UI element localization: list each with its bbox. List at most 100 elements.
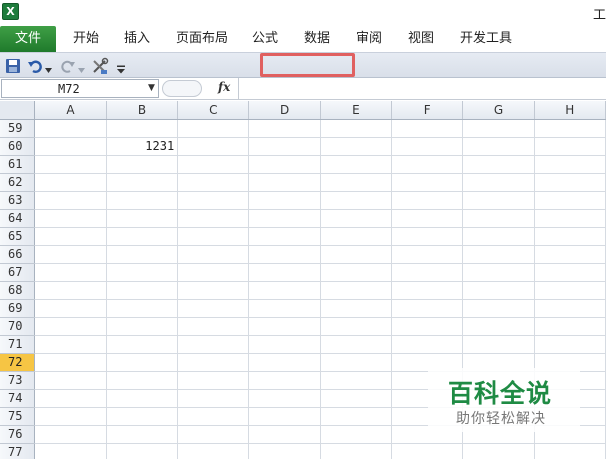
tab-view[interactable]: 视图 xyxy=(408,26,434,52)
cell-b63[interactable] xyxy=(106,191,179,210)
cell-f64[interactable] xyxy=(391,209,464,228)
cell-b64[interactable] xyxy=(106,209,179,228)
cell-c66[interactable] xyxy=(177,245,250,264)
cell-a61[interactable] xyxy=(34,155,107,174)
cell-f60[interactable] xyxy=(391,137,464,156)
name-box[interactable]: M72 ▼ xyxy=(1,79,159,98)
cell-g62[interactable] xyxy=(462,173,535,192)
cell-h64[interactable] xyxy=(534,209,606,228)
cell-a75[interactable] xyxy=(34,407,107,426)
row-header-77[interactable]: 77 xyxy=(0,443,36,459)
cell-c61[interactable] xyxy=(177,155,250,174)
cell-e74[interactable] xyxy=(320,389,393,408)
cell-a71[interactable] xyxy=(34,335,107,354)
cell-c60[interactable] xyxy=(177,137,250,156)
tab-data[interactable]: 数据 xyxy=(304,26,330,52)
tab-review[interactable]: 审阅 xyxy=(356,26,382,52)
cell-b75[interactable] xyxy=(106,407,179,426)
cell-d68[interactable] xyxy=(248,281,321,300)
cell-a62[interactable] xyxy=(34,173,107,192)
cell-f70[interactable] xyxy=(391,317,464,336)
row-header-76[interactable]: 76 xyxy=(0,425,36,444)
cell-d67[interactable] xyxy=(248,263,321,282)
cell-g69[interactable] xyxy=(462,299,535,318)
cell-c72[interactable] xyxy=(177,353,250,372)
cell-h65[interactable] xyxy=(534,227,606,246)
row-header-68[interactable]: 68 xyxy=(0,281,36,300)
cell-b61[interactable] xyxy=(106,155,179,174)
cell-d64[interactable] xyxy=(248,209,321,228)
cell-f66[interactable] xyxy=(391,245,464,264)
cell-h67[interactable] xyxy=(534,263,606,282)
cell-d77[interactable] xyxy=(248,443,321,459)
cell-f68[interactable] xyxy=(391,281,464,300)
cell-b77[interactable] xyxy=(106,443,179,459)
cell-d71[interactable] xyxy=(248,335,321,354)
cell-f77[interactable] xyxy=(391,443,464,459)
cell-f63[interactable] xyxy=(391,191,464,210)
row-header-75[interactable]: 75 xyxy=(0,407,36,426)
cell-b68[interactable] xyxy=(106,281,179,300)
column-header-c[interactable]: C xyxy=(177,101,250,120)
cell-e65[interactable] xyxy=(320,227,393,246)
row-header-65[interactable]: 65 xyxy=(0,227,36,246)
cell-g59[interactable] xyxy=(462,119,535,138)
cell-e77[interactable] xyxy=(320,443,393,459)
customize-dropdown-icon[interactable] xyxy=(117,61,125,79)
cell-a64[interactable] xyxy=(34,209,107,228)
chevron-down-icon[interactable]: ▼ xyxy=(148,83,155,93)
row-header-74[interactable]: 74 xyxy=(0,389,36,408)
cell-a60[interactable] xyxy=(34,137,107,156)
cell-a63[interactable] xyxy=(34,191,107,210)
cell-b62[interactable] xyxy=(106,173,179,192)
row-header-73[interactable]: 73 xyxy=(0,371,36,390)
cell-c59[interactable] xyxy=(177,119,250,138)
row-header-71[interactable]: 71 xyxy=(0,335,36,354)
cell-g66[interactable] xyxy=(462,245,535,264)
save-icon[interactable] xyxy=(5,57,21,75)
cell-a76[interactable] xyxy=(34,425,107,444)
cell-c71[interactable] xyxy=(177,335,250,354)
cell-e68[interactable] xyxy=(320,281,393,300)
cell-h66[interactable] xyxy=(534,245,606,264)
cell-a59[interactable] xyxy=(34,119,107,138)
row-header-60[interactable]: 60 xyxy=(0,137,36,156)
tools-icon[interactable] xyxy=(91,57,109,75)
cell-g65[interactable] xyxy=(462,227,535,246)
cell-d73[interactable] xyxy=(248,371,321,390)
insert-function-icon[interactable]: fx xyxy=(218,80,230,94)
cell-f62[interactable] xyxy=(391,173,464,192)
tab-formulas[interactable]: 公式 xyxy=(252,26,278,52)
cell-e64[interactable] xyxy=(320,209,393,228)
cell-c63[interactable] xyxy=(177,191,250,210)
cell-d74[interactable] xyxy=(248,389,321,408)
cell-g60[interactable] xyxy=(462,137,535,156)
cell-e71[interactable] xyxy=(320,335,393,354)
row-header-64[interactable]: 64 xyxy=(0,209,36,228)
cell-c65[interactable] xyxy=(177,227,250,246)
cell-f59[interactable] xyxy=(391,119,464,138)
column-header-f[interactable]: F xyxy=(391,101,464,120)
cell-c64[interactable] xyxy=(177,209,250,228)
row-header-62[interactable]: 62 xyxy=(0,173,36,192)
excel-app-icon[interactable]: X xyxy=(2,3,19,20)
cell-b66[interactable] xyxy=(106,245,179,264)
cell-a72[interactable] xyxy=(34,353,107,372)
tab-page-layout[interactable]: 页面布局 xyxy=(176,26,228,52)
cell-e73[interactable] xyxy=(320,371,393,390)
formula-bar-splitter[interactable] xyxy=(162,80,202,97)
cell-c70[interactable] xyxy=(177,317,250,336)
cell-d76[interactable] xyxy=(248,425,321,444)
column-header-e[interactable]: E xyxy=(320,101,393,120)
column-header-b[interactable]: B xyxy=(106,101,179,120)
cell-h69[interactable] xyxy=(534,299,606,318)
cell-d70[interactable] xyxy=(248,317,321,336)
column-header-a[interactable]: A xyxy=(34,101,107,120)
cell-e60[interactable] xyxy=(320,137,393,156)
undo-icon[interactable] xyxy=(27,57,43,75)
row-header-72[interactable]: 72 xyxy=(0,353,36,372)
cell-c74[interactable] xyxy=(177,389,250,408)
cell-b65[interactable] xyxy=(106,227,179,246)
cell-e76[interactable] xyxy=(320,425,393,444)
cell-h77[interactable] xyxy=(534,443,606,459)
